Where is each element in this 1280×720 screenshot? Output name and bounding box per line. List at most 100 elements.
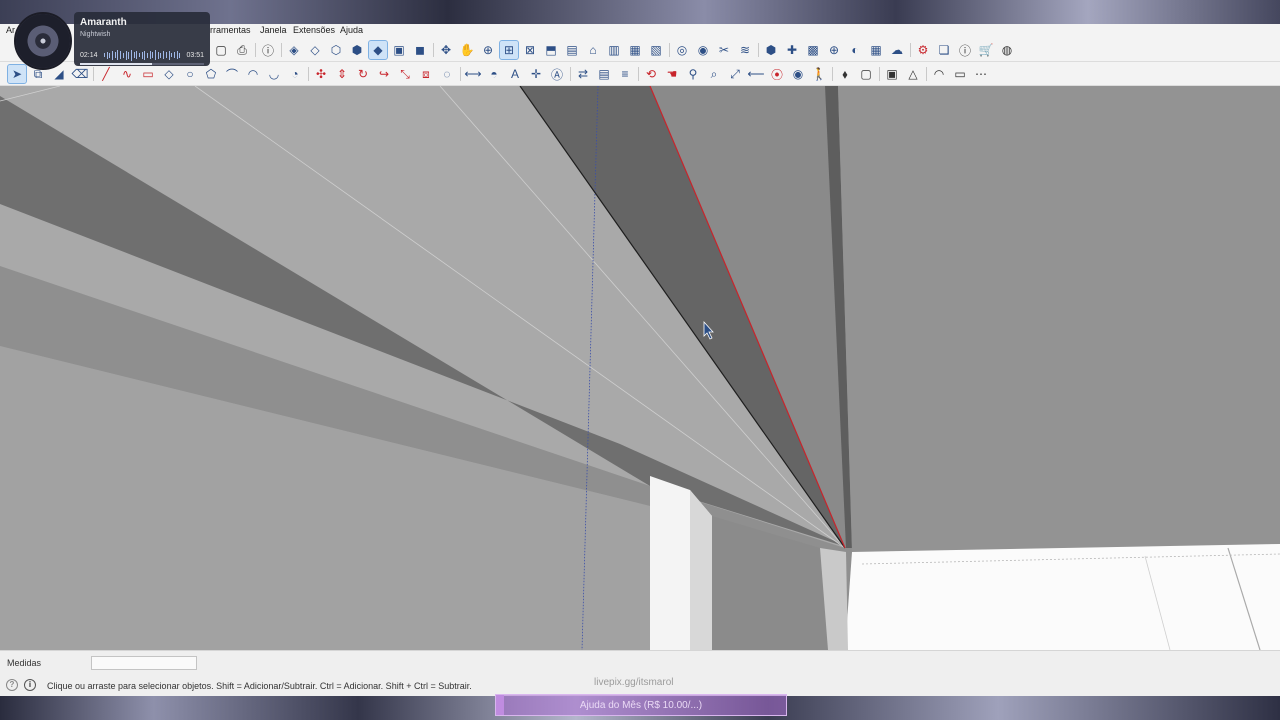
curve-icon[interactable]: ◠	[930, 65, 948, 83]
circle-icon[interactable]: ○	[181, 65, 199, 83]
pie-icon[interactable]: ◔	[286, 65, 304, 83]
section-plane-icon[interactable]: ◎	[673, 41, 691, 59]
top-view-icon[interactable]: ▤	[563, 41, 581, 59]
wave-bar	[155, 50, 156, 60]
menu-extensoes[interactable]: Extensões	[293, 25, 335, 35]
account-icon[interactable]: ◍	[998, 41, 1016, 59]
line-icon[interactable]: ╱	[97, 65, 115, 83]
menu-janela[interactable]: Janela	[260, 25, 287, 35]
component-icon[interactable]: ❏	[935, 41, 953, 59]
rotate-icon[interactable]: ↻	[354, 65, 372, 83]
front-view-icon[interactable]: ⌂	[584, 41, 602, 59]
walk-icon[interactable]: 🚶	[810, 65, 828, 83]
polygon-icon[interactable]: ⬠	[202, 65, 220, 83]
wave-bar	[168, 50, 170, 60]
new-file-icon[interactable]: ▢	[212, 41, 230, 59]
scale-icon[interactable]: ⤡	[396, 65, 414, 83]
cube-texture-icon[interactable]: ▣	[390, 41, 408, 59]
donation-goal-bar: Ajuda do Mês (R$ 10.00/...)	[495, 694, 787, 716]
three-point-arc-icon[interactable]: ◡	[265, 65, 283, 83]
zoom-icon[interactable]: ⊕	[479, 41, 497, 59]
axes-icon[interactable]: ✛	[527, 65, 545, 83]
geo-icon[interactable]: ◐	[846, 41, 864, 59]
toolbar-separator	[879, 67, 880, 81]
viewport-canvas[interactable]	[0, 86, 1280, 650]
zoom-extents-icon[interactable]: ⊠	[521, 41, 539, 59]
follow-me-icon[interactable]: ↪	[375, 65, 393, 83]
orbit-red-icon[interactable]: ⟲	[642, 65, 660, 83]
push-pull-icon[interactable]: ⇕	[333, 65, 351, 83]
toolbar-separator	[832, 67, 833, 81]
solid-tools-icon[interactable]: △	[904, 65, 922, 83]
extension-manager-icon[interactable]: ⚙	[914, 41, 932, 59]
move-icon[interactable]: ✣	[312, 65, 330, 83]
print-icon[interactable]: ⎙	[233, 41, 251, 59]
tape-icon[interactable]: ◌	[438, 65, 456, 83]
freehand-icon[interactable]: ∿	[118, 65, 136, 83]
flip-icon[interactable]: ⇄	[574, 65, 592, 83]
offset-icon[interactable]: ⧈	[417, 65, 435, 83]
waveform	[104, 49, 180, 61]
pan-hand-icon[interactable]: ☚	[663, 65, 681, 83]
left-view-icon[interactable]: ▧	[647, 41, 665, 59]
measurements-input[interactable]	[91, 656, 197, 670]
geo-status-icon[interactable]: ?	[6, 679, 18, 691]
sandbox-icon[interactable]: ⬧	[836, 65, 854, 83]
pan-icon[interactable]: ✋	[458, 41, 476, 59]
cube-solid-icon[interactable]: ◆	[368, 40, 388, 60]
text-icon[interactable]: A	[506, 65, 524, 83]
wave-bar	[163, 51, 164, 59]
section-fill-icon[interactable]: ≋	[736, 41, 754, 59]
eraser-icon[interactable]: ⌫	[71, 65, 89, 83]
cube-shaded-icon[interactable]: ◈	[285, 41, 303, 59]
dimension-icon[interactable]: ⟷	[464, 65, 482, 83]
add-location-icon[interactable]: ⊕	[825, 41, 843, 59]
cube-wire-icon[interactable]: ◇	[306, 41, 324, 59]
right-view-icon[interactable]: ▥	[605, 41, 623, 59]
rotated-rectangle-icon[interactable]: ◇	[160, 65, 178, 83]
section-display-icon[interactable]: ◉	[694, 41, 712, 59]
zoom-tool-icon[interactable]: ⚲	[684, 65, 702, 83]
cube-xray-icon[interactable]: ⬢	[348, 41, 366, 59]
zoom-extents-tool-icon[interactable]: ⤢	[726, 65, 744, 83]
donation-label: Ajuda do Mês (R$ 10.00/...)	[579, 699, 703, 711]
layout-icon[interactable]: ▩	[804, 41, 822, 59]
orbit-icon[interactable]: ✥	[437, 41, 455, 59]
rectangle-icon[interactable]: ▭	[139, 65, 157, 83]
protractor-icon[interactable]: ◓	[485, 65, 503, 83]
wave-bar	[138, 53, 140, 57]
back-view-icon[interactable]: ▦	[626, 41, 644, 59]
section-cut-icon[interactable]: ✂	[715, 41, 733, 59]
previous-view-icon[interactable]: ⟵	[747, 65, 765, 83]
cube-mono-icon[interactable]: ◼	[411, 41, 429, 59]
wave-bar	[104, 53, 105, 57]
box-icon[interactable]: ▢	[857, 65, 875, 83]
info-icon[interactable]: ⓘ	[259, 41, 277, 59]
select-icon[interactable]: ➤	[7, 64, 27, 84]
solid-box-icon[interactable]: ▣	[883, 65, 901, 83]
wave-bar	[136, 51, 137, 59]
info-status-icon[interactable]: i	[24, 679, 36, 691]
paste-icon[interactable]: ▤	[595, 65, 613, 83]
menu-ajuda[interactable]: Ajuda	[340, 25, 363, 35]
photo-texture-icon[interactable]: ▦	[867, 41, 885, 59]
two-point-arc-icon[interactable]: ◠	[244, 65, 262, 83]
look-around-icon[interactable]: ◉	[789, 65, 807, 83]
iso-view-icon[interactable]: ⬒	[542, 41, 560, 59]
layers-icon[interactable]: ≡	[616, 65, 634, 83]
position-camera-icon[interactable]: ⦿	[768, 65, 786, 83]
3d-text-icon[interactable]: Ⓐ	[548, 65, 566, 83]
menu-ferramentas[interactable]: rramentas	[210, 25, 251, 35]
tag-icon[interactable]: ▭	[951, 65, 969, 83]
store-icon[interactable]: 🛒	[977, 41, 995, 59]
about-icon[interactable]: ⓘ	[956, 41, 974, 59]
3d-warehouse-icon[interactable]: ⬢	[762, 41, 780, 59]
arc-icon[interactable]: ⌒	[223, 65, 241, 83]
zoom-window-icon[interactable]: ⊞	[499, 40, 519, 60]
grid-icon[interactable]: ⋯	[972, 65, 990, 83]
extension-warehouse-icon[interactable]: ✚	[783, 41, 801, 59]
cube-hidden-icon[interactable]: ⬡	[327, 41, 345, 59]
model-viewport[interactable]	[0, 86, 1280, 650]
cloud-icon[interactable]: ☁	[888, 41, 906, 59]
zoom-window-tool-icon[interactable]: ⌕	[705, 65, 723, 83]
